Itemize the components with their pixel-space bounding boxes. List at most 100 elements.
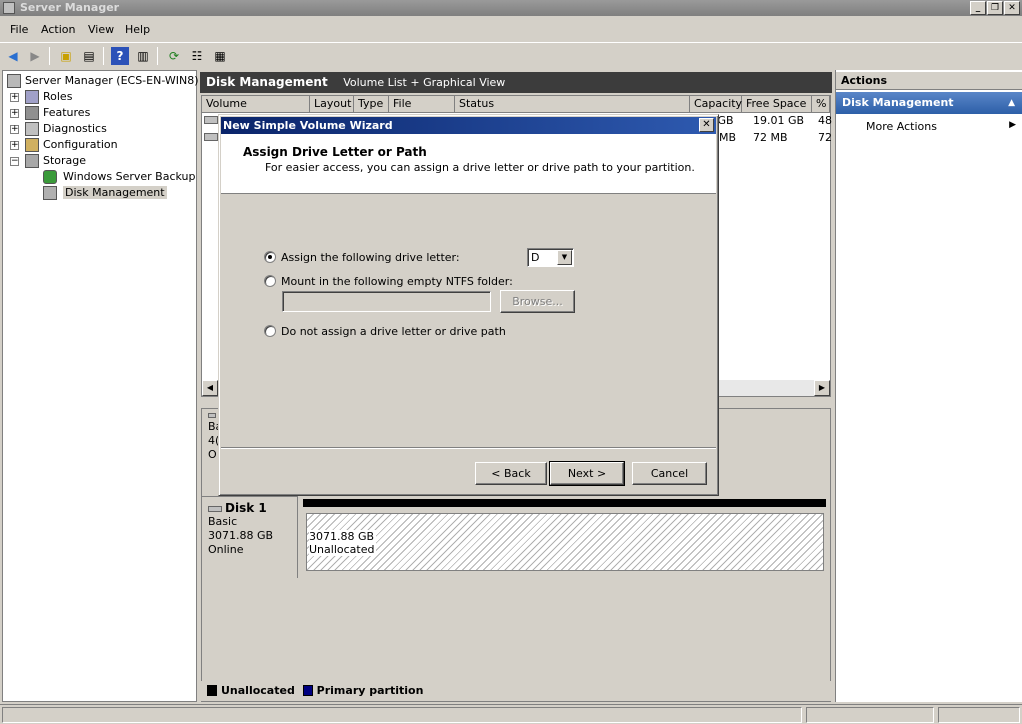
column-status[interactable]: Status xyxy=(455,96,690,113)
legend-label: Primary partition xyxy=(316,684,424,697)
up-folder-icon[interactable]: ▣ xyxy=(57,47,75,65)
collapse-up-icon[interactable]: ▲ xyxy=(1008,92,1015,114)
backup-icon xyxy=(43,170,57,184)
tree-root[interactable]: Server Manager (ECS-EN-WIN8) xyxy=(7,73,199,89)
disk-icon xyxy=(208,413,216,418)
assign-drive-letter-radio[interactable] xyxy=(264,251,276,263)
dialog-separator xyxy=(221,447,716,449)
menu-view[interactable]: View xyxy=(88,23,114,36)
help-icon[interactable]: ? xyxy=(111,47,129,65)
center-title: Disk Management xyxy=(206,75,328,89)
restore-button[interactable]: ❐ xyxy=(987,1,1003,15)
expand-features[interactable]: + xyxy=(10,109,19,118)
disk-1-type: Basic xyxy=(208,515,238,528)
more-actions-item[interactable]: More Actions xyxy=(866,120,937,133)
dialog-header: Assign Drive Letter or Path For easier a… xyxy=(221,134,716,194)
column-file-system[interactable]: File System xyxy=(389,96,455,126)
column-free-space[interactable]: Free Space xyxy=(742,96,812,113)
new-simple-volume-wizard: New Simple Volume Wizard ✕ Assign Drive … xyxy=(218,114,719,496)
close-button[interactable]: ✕ xyxy=(1004,1,1020,15)
show-action-pane-icon[interactable]: ▥ xyxy=(134,47,152,65)
disk-icon xyxy=(43,186,57,200)
disk-1-name-row: Disk 1 xyxy=(208,501,291,515)
dialog-close-button[interactable]: ✕ xyxy=(699,118,714,132)
tree-item-windows-server-backup[interactable]: Windows Server Backup xyxy=(43,169,196,185)
refresh-icon[interactable]: ⟳ xyxy=(165,47,183,65)
assign-drive-letter-label[interactable]: Assign the following drive letter: xyxy=(281,251,460,264)
volume-icon xyxy=(204,133,218,141)
tree-item-label: Windows Server Backup xyxy=(63,170,196,183)
disk-1-status: Online xyxy=(208,543,244,556)
submenu-arrow-icon: ▶ xyxy=(1009,120,1016,130)
tree-item-diagnostics[interactable]: Diagnostics xyxy=(25,121,107,137)
disk-1-name: Disk 1 xyxy=(225,501,267,515)
tree-item-label: Configuration xyxy=(43,138,118,151)
console-tree: Server Manager (ECS-EN-WIN8) + Roles + F… xyxy=(2,70,199,702)
expand-roles[interactable]: + xyxy=(10,93,19,102)
column-layout[interactable]: Layout xyxy=(310,96,354,113)
legend-label: Unallocated xyxy=(221,684,295,697)
tree-item-label: Features xyxy=(43,106,91,119)
window-titlebar: Server Manager _ ❐ ✕ xyxy=(0,0,1022,16)
center-view-label: Volume List + Graphical View xyxy=(343,76,506,89)
mount-folder-label[interactable]: Mount in the following empty NTFS folder… xyxy=(281,275,513,288)
dialog-title: New Simple Volume Wizard xyxy=(223,119,393,132)
diagnostics-icon xyxy=(25,122,39,136)
more-actions-label: More Actions xyxy=(866,120,937,133)
volume-icon xyxy=(204,116,218,124)
settings-icon[interactable]: ▦ xyxy=(211,47,229,65)
collapse-storage[interactable]: − xyxy=(10,157,19,166)
cancel-button[interactable]: Cancel xyxy=(632,462,707,485)
menu-bar: File Action View Help xyxy=(0,19,1022,41)
back-button[interactable]: < Back xyxy=(475,462,547,485)
dialog-heading: Assign Drive Letter or Path xyxy=(243,145,427,159)
tree-item-roles[interactable]: Roles xyxy=(25,89,72,105)
forward-arrow-icon[interactable]: ▶ xyxy=(26,47,44,65)
properties-icon[interactable]: ☷ xyxy=(188,47,206,65)
menu-file[interactable]: File xyxy=(10,23,28,36)
expand-diagnostics[interactable]: + xyxy=(10,125,19,134)
roles-icon xyxy=(25,90,39,104)
tree-item-disk-management[interactable]: Disk Management xyxy=(43,185,167,201)
actions-section-disk-management[interactable]: Disk Management ▲ xyxy=(836,92,1022,114)
chevron-down-icon[interactable]: ▼ xyxy=(557,250,572,265)
mount-folder-radio[interactable] xyxy=(264,275,276,287)
tree-item-label: Disk Management xyxy=(63,186,167,199)
features-icon xyxy=(25,106,39,120)
menu-action[interactable]: Action xyxy=(41,23,75,36)
no-drive-letter-radio[interactable] xyxy=(264,325,276,337)
tree-item-storage[interactable]: Storage xyxy=(25,153,86,169)
back-arrow-icon[interactable]: ◀ xyxy=(4,47,22,65)
next-button[interactable]: Next > xyxy=(549,461,625,486)
menu-help[interactable]: Help xyxy=(125,23,150,36)
expand-configuration[interactable]: + xyxy=(10,141,19,150)
center-header: Disk Management Volume List + Graphical … xyxy=(200,72,832,93)
scroll-right-icon[interactable]: ▶ xyxy=(814,380,830,396)
mount-folder-path-input[interactable] xyxy=(282,291,491,312)
tree-item-label: Diagnostics xyxy=(43,122,107,135)
column-volume[interactable]: Volume xyxy=(202,96,310,113)
tree-item-configuration[interactable]: Configuration xyxy=(25,137,118,153)
column-capacity[interactable]: Capacity xyxy=(690,96,742,113)
drive-letter-select[interactable]: D ▼ xyxy=(527,248,574,267)
minimize-button[interactable]: _ xyxy=(970,1,986,15)
column-percent[interactable]: % xyxy=(812,96,830,113)
legend-unallocated: Unallocated xyxy=(207,684,295,697)
tree-item-features[interactable]: Features xyxy=(25,105,90,121)
unallocated-swatch xyxy=(207,685,217,696)
browse-button[interactable]: Browse... xyxy=(500,290,575,313)
disk-1-label[interactable]: Disk 1 Basic 3071.88 GB Online xyxy=(202,496,298,578)
disk-legend: Unallocated Primary partition xyxy=(201,681,831,701)
show-hide-tree-icon[interactable]: ▤ xyxy=(80,47,98,65)
unallocated-partition[interactable]: 3071.88 GB Unallocated xyxy=(306,513,824,571)
scroll-left-icon[interactable]: ◀ xyxy=(202,380,218,396)
no-drive-letter-label[interactable]: Do not assign a drive letter or drive pa… xyxy=(281,325,506,338)
configuration-icon xyxy=(25,138,39,152)
partition-state: Unallocated xyxy=(309,543,377,556)
server-icon xyxy=(7,74,21,88)
dialog-description: For easier access, you can assign a driv… xyxy=(265,161,695,174)
column-type[interactable]: Type xyxy=(354,96,389,113)
row-free-space: 72 MB xyxy=(753,131,788,144)
status-pane-main xyxy=(2,707,802,723)
dialog-titlebar: New Simple Volume Wizard ✕ xyxy=(221,117,716,134)
